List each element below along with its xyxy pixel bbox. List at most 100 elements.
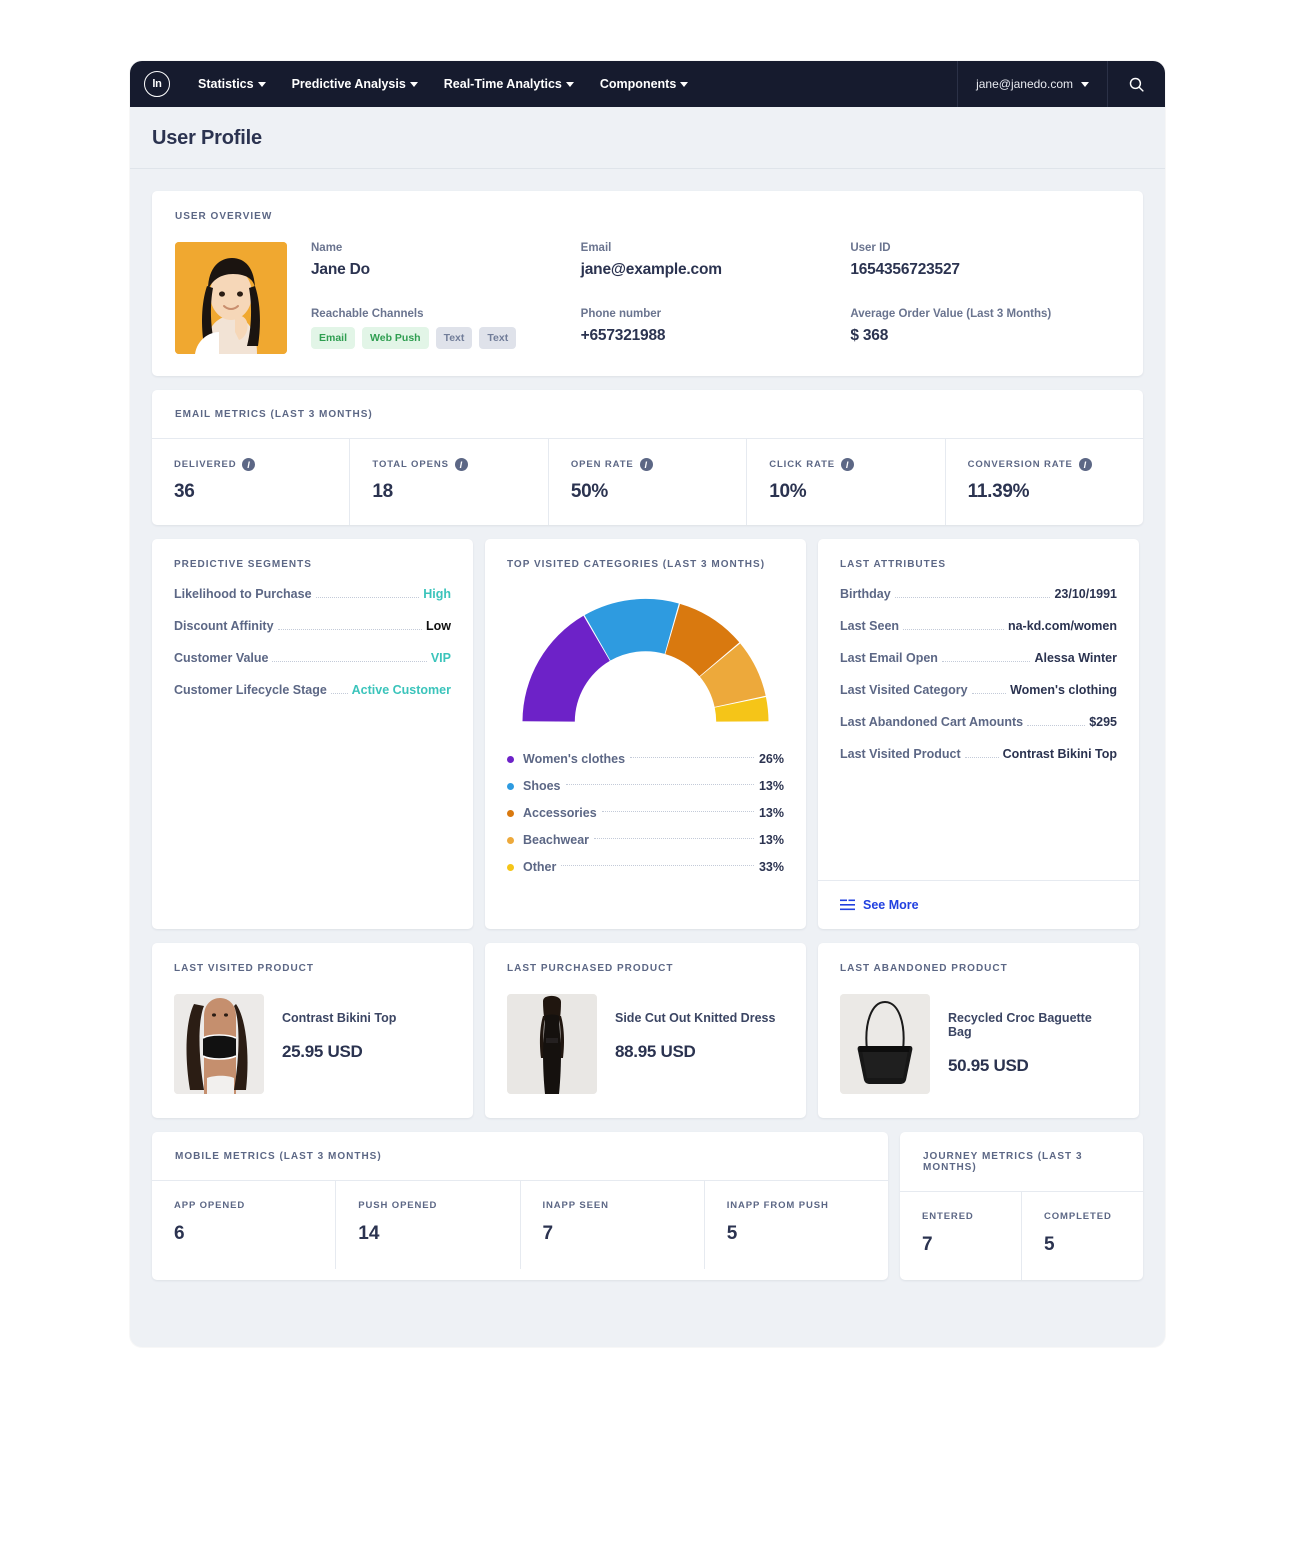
segment-key: Customer Lifecycle Stage	[174, 683, 327, 697]
info-icon[interactable]: i	[841, 458, 855, 471]
segment-key: Discount Affinity	[174, 619, 274, 633]
field-average-order-value: Average Order Value (Last 3 Months) $ 36…	[850, 308, 1120, 354]
info-icon[interactable]: i	[639, 458, 653, 471]
search-icon	[1129, 77, 1144, 92]
product-price: 25.95 USD	[282, 1042, 363, 1061]
dotted-leader	[330, 693, 348, 694]
mobile-metrics-title: MOBILE METRICS (LAST 3 MONTHS)	[175, 1151, 382, 1162]
dotted-leader	[903, 629, 1004, 630]
segment-row-likelihood-to-purchase: Likelihood to Purchase High	[174, 587, 451, 602]
dotted-leader	[565, 784, 754, 785]
dotted-leader	[594, 838, 754, 839]
metric-conversion-rate: CONVERSION RATE i 11.39%	[944, 439, 1143, 525]
legend-item-womens-clothes: Women's clothes 26%	[507, 752, 784, 766]
product-name: Contrast Bikini Top	[282, 1011, 397, 1025]
field-aov-value: $ 368	[850, 327, 889, 344]
last-attributes-title: LAST ATTRIBUTES	[840, 559, 947, 570]
metric-total-opens-value: 18	[372, 481, 393, 502]
segment-value: Active Customer	[351, 683, 451, 697]
journey-metrics-row: ENTERED 7 COMPLETED 5	[900, 1191, 1143, 1280]
field-phone: Phone number +657321988	[581, 308, 851, 354]
field-aov-label: Average Order Value (Last 3 Months)	[850, 308, 1052, 320]
product-info: Recycled Croc Baguette Bag 50.95 USD	[948, 994, 1117, 1076]
nav-item-statistics[interactable]: Statistics	[198, 77, 266, 91]
channel-badges: Email Web Push Text Text	[311, 327, 581, 349]
attribute-value: na-kd.com/women	[1007, 619, 1117, 633]
nav-item-components[interactable]: Components	[599, 77, 689, 91]
segment-key: Likelihood to Purchase	[174, 587, 312, 601]
mobile-metrics-header: MOBILE METRICS (LAST 3 MONTHS)	[152, 1132, 888, 1180]
segment-value: Low	[426, 619, 451, 633]
metric-push-opened-value: 14	[358, 1223, 380, 1244]
chevron-down-icon	[257, 81, 266, 87]
metric-total-opens: TOTAL OPENS i 18	[349, 439, 547, 525]
metric-label-text: DELIVERED	[174, 459, 237, 470]
metric-total-opens-label: TOTAL OPENS i	[372, 458, 547, 471]
chevron-down-icon	[680, 81, 689, 87]
attribute-value: Women's clothing	[1010, 683, 1117, 697]
segment-row-customer-lifecycle-stage: Customer Lifecycle Stage Active Customer	[174, 683, 451, 698]
attribute-value: Alessa Winter	[1034, 651, 1117, 665]
user-overview-card: USER OVERVIEW Name Jane Do Email jane@ex…	[152, 191, 1143, 376]
product-body: Contrast Bikini Top 25.95 USD	[174, 994, 451, 1094]
channel-badge-web-push: Web Push	[362, 327, 429, 349]
field-user-id-label: User ID	[850, 242, 891, 254]
field-name-value: Jane Do	[311, 261, 370, 278]
metric-label-text: OPEN RATE	[570, 459, 634, 470]
metric-completed: COMPLETED 5	[1021, 1192, 1143, 1280]
dotted-leader	[941, 661, 1031, 662]
metric-inapp-seen-value: 7	[542, 1223, 554, 1244]
info-icon[interactable]: i	[1078, 458, 1092, 471]
search-button[interactable]	[1107, 61, 1165, 107]
metric-push-opened: PUSH OPENED 14	[335, 1181, 519, 1269]
user-menu[interactable]: jane@janedo.com	[957, 61, 1107, 107]
metric-inapp-from-push-value: 5	[726, 1223, 738, 1244]
nav-item-predictive-analysis[interactable]: Predictive Analysis	[292, 77, 418, 91]
app-logo[interactable]: ln	[144, 71, 170, 97]
attribute-key: Last Email Open	[840, 651, 938, 665]
metric-app-opened-value: 6	[174, 1223, 185, 1244]
legend-value: 26%	[758, 752, 784, 766]
attribute-value: 23/10/1991	[1054, 587, 1117, 601]
email-metrics-card: EMAIL METRICS (LAST 3 MONTHS) DELIVERED …	[152, 390, 1143, 525]
legend-value: 33%	[758, 860, 784, 874]
attribute-row-last-email-open: Last Email Open Alessa Winter	[840, 651, 1117, 666]
user-overview-body: Name Jane Do Email jane@example.com User…	[175, 242, 1120, 354]
middle-row: PREDICTIVE SEGMENTS Likelihood to Purcha…	[152, 539, 1143, 929]
product-body: Side Cut Out Knitted Dress 88.95 USD	[507, 994, 784, 1094]
page-header: User Profile	[130, 107, 1165, 169]
metric-label-text: CLICK RATE	[769, 459, 836, 470]
avatar-image	[175, 242, 287, 354]
info-icon[interactable]: i	[242, 458, 256, 471]
nav-item-real-time-analytics[interactable]: Real-Time Analytics	[444, 77, 574, 91]
legend-label: Shoes	[523, 779, 561, 793]
product-info: Side Cut Out Knitted Dress 88.95 USD	[615, 994, 775, 1062]
nav-item-label: Components	[599, 77, 677, 91]
metric-completed-label: COMPLETED	[1044, 1211, 1112, 1222]
dotted-leader	[315, 597, 420, 598]
metric-entered-value: 7	[922, 1234, 933, 1255]
field-name-label: Name	[311, 242, 343, 254]
product-price: 50.95 USD	[948, 1056, 1029, 1075]
dotted-leader	[277, 629, 422, 630]
legend-color-swatch	[507, 755, 514, 763]
metric-app-opened-label: APP OPENED	[174, 1200, 246, 1211]
top-visited-categories-card: TOP VISITED CATEGORIES (LAST 3 MONTHS) W…	[485, 539, 806, 929]
legend-color-swatch	[507, 836, 514, 844]
metric-push-opened-label: PUSH OPENED	[358, 1200, 438, 1211]
field-channels-label: Reachable Channels	[311, 308, 424, 320]
attribute-row-birthday: Birthday 23/10/1991	[840, 587, 1117, 602]
see-more-button[interactable]: See More	[818, 881, 1139, 929]
product-body: Recycled Croc Baguette Bag 50.95 USD	[840, 994, 1117, 1094]
legend-item-accessories: Accessories 13%	[507, 806, 784, 820]
dotted-leader	[630, 757, 754, 758]
metric-inapp-seen-label: INAPP SEEN	[542, 1200, 609, 1211]
predictive-segments-list: Likelihood to Purchase High Discount Aff…	[174, 587, 451, 698]
last-visited-product-title: LAST VISITED PRODUCT	[174, 963, 315, 974]
bag-product-image	[840, 994, 930, 1094]
half-donut-chart	[507, 584, 784, 734]
segment-row-customer-value: Customer Value VIP	[174, 651, 451, 666]
attribute-row-last-abandoned-cart-amounts: Last Abandoned Cart Amounts $295	[840, 715, 1117, 730]
info-icon[interactable]: i	[454, 458, 468, 471]
product-thumbnail	[840, 994, 930, 1094]
